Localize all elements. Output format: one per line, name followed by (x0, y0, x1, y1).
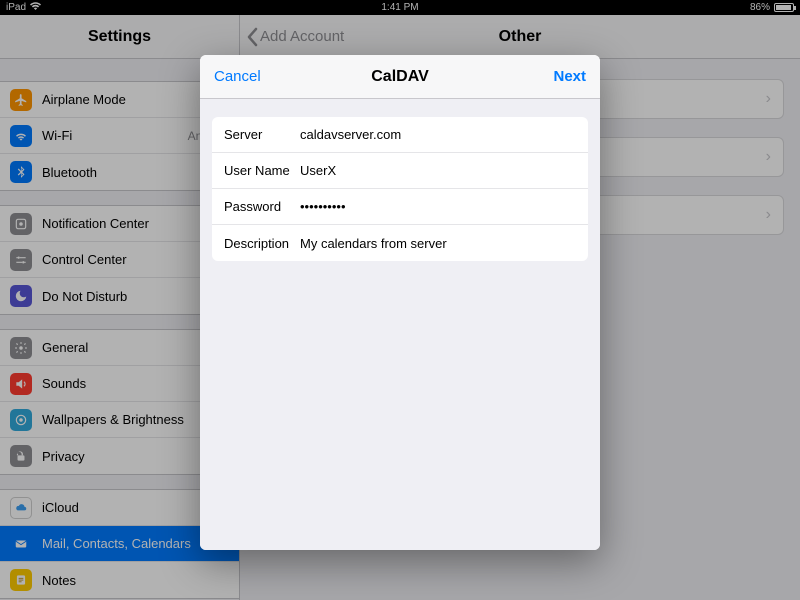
description-field[interactable] (300, 236, 576, 251)
form-row-server: Server (212, 117, 588, 153)
form-label: Server (224, 127, 300, 142)
next-button[interactable]: Next (553, 68, 586, 85)
modal-body: Server User Name Password Description (200, 99, 600, 550)
form-group: Server User Name Password Description (212, 117, 588, 261)
form-label: Description (224, 236, 300, 251)
cancel-button[interactable]: Cancel (214, 68, 261, 85)
form-row-description: Description (212, 225, 588, 261)
form-label: User Name (224, 163, 300, 178)
modal-title: CalDAV (371, 68, 429, 86)
form-row-password: Password (212, 189, 588, 225)
caldav-modal: Cancel CalDAV Next Server User Name Passwo… (200, 55, 600, 550)
modal-header: Cancel CalDAV Next (200, 55, 600, 99)
password-field[interactable] (300, 199, 576, 214)
server-field[interactable] (300, 127, 576, 142)
form-row-user-name: User Name (212, 153, 588, 189)
form-label: Password (224, 199, 300, 214)
user-name-field[interactable] (300, 163, 576, 178)
